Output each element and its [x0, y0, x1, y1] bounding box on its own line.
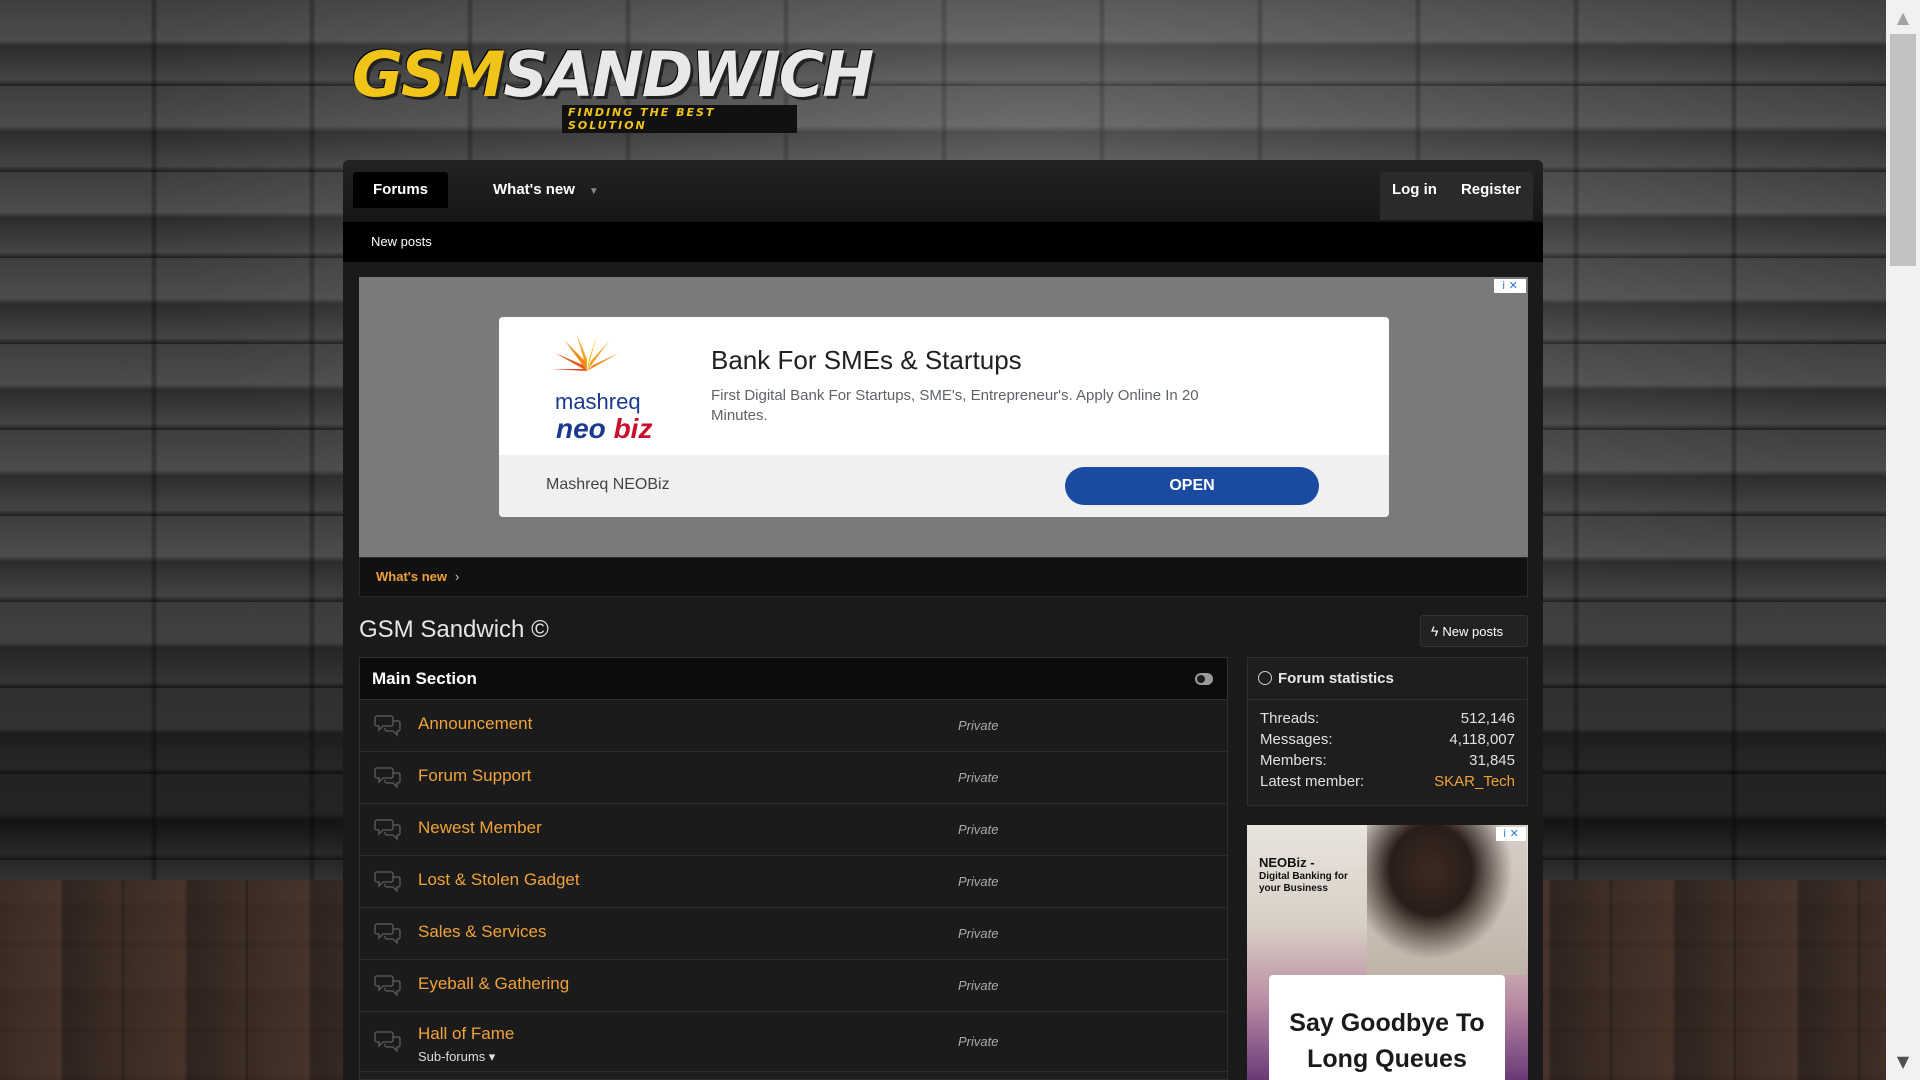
forum-private-label: Private — [958, 822, 999, 837]
stat-messages: Messages: 4,118,007 — [1260, 731, 1515, 748]
sub-navbar: New posts — [343, 222, 1543, 262]
chat-bubbles-icon — [374, 871, 401, 893]
chat-bubbles-icon — [374, 819, 401, 841]
new-posts-label: New posts — [1442, 624, 1504, 639]
side-ad-tagline: Digital Banking for your Business — [1259, 871, 1348, 894]
stat-threads: Threads: 512,146 — [1260, 710, 1515, 727]
pie-chart-icon — [1258, 671, 1272, 685]
scrollbar-thumb[interactable] — [1890, 34, 1916, 266]
collapse-toggle-icon[interactable] — [1195, 673, 1213, 685]
sidebar-ad[interactable]: i ✕ NEOBiz - Digital Banking for your Bu… — [1247, 825, 1528, 1080]
caret-down-icon[interactable]: ▼ — [589, 174, 599, 210]
forum-link[interactable]: Lost & Stolen Gadget — [418, 870, 580, 890]
forum-private-label: Private — [958, 1034, 999, 1049]
subforums-toggle[interactable]: Sub-forums ▾ — [418, 1049, 495, 1065]
register-button[interactable]: Register — [1449, 172, 1533, 208]
mashreq-sun-icon — [551, 335, 619, 371]
forum-node: Eyeball & Gathering Private — [360, 960, 1227, 1012]
forum-node: Lost & Stolen Gadget Private — [360, 856, 1227, 908]
site-logo[interactable]: GSMSANDWICH FINDING THE BEST SOLUTION — [352, 38, 874, 133]
chat-bubbles-icon — [374, 767, 401, 789]
ad-brand-mashreq: mashreq — [555, 389, 641, 414]
ad-choices-icon[interactable]: i ✕ — [1494, 279, 1526, 293]
ad-banner[interactable]: i ✕ mashreq neo biz Bank For SMEs & Star… — [359, 277, 1528, 557]
new-posts-button[interactable]: ϟ New posts — [1420, 615, 1528, 647]
forum-node: Hall of Fame Sub-forums ▾ Private — [360, 1012, 1227, 1072]
forum-link[interactable]: Announcement — [418, 714, 532, 734]
main-section-block: Main Section Announcement Private Forum … — [359, 657, 1228, 1080]
forum-link[interactable]: Sales & Services — [418, 922, 547, 942]
forum-private-label: Private — [958, 874, 999, 889]
nav-whats-new-label: What's new — [493, 181, 575, 198]
forum-private-label: Private — [958, 978, 999, 993]
chat-bubbles-icon — [374, 1031, 401, 1053]
forum-private-label: Private — [958, 926, 999, 941]
scroll-up-arrow-icon[interactable]: ▲ — [1886, 4, 1920, 32]
section-title[interactable]: Main Section — [372, 669, 477, 688]
ad-description: First Digital Bank For Startups, SME's, … — [711, 387, 1199, 424]
ad-headline[interactable]: Bank For SMEs & Startups — [711, 345, 1022, 376]
breadcrumb-whats-new[interactable]: What's new — [376, 569, 447, 584]
stats-header: Forum statistics — [1248, 658, 1527, 700]
login-button[interactable]: Log in — [1380, 172, 1449, 208]
nav-tab-forums[interactable]: Forums — [353, 172, 449, 208]
breadcrumb: What's new › — [359, 557, 1528, 597]
forum-link[interactable]: Eyeball & Gathering — [418, 974, 569, 994]
page-scrollbar[interactable]: ▲ ▼ — [1886, 0, 1920, 1080]
nav-tab-whats-new[interactable]: What's new ▼ — [473, 172, 619, 208]
scroll-down-arrow-icon[interactable]: ▼ — [1886, 1048, 1920, 1076]
ad-brand-neobiz: neo biz — [556, 413, 653, 444]
nav-user-group: Log in Register — [1379, 172, 1533, 220]
page-title: GSM Sandwich © — [359, 616, 549, 643]
logo-tagline: FINDING THE BEST SOLUTION — [562, 105, 797, 133]
chat-bubbles-icon — [374, 975, 401, 997]
stat-members: Members: 31,845 — [1260, 752, 1515, 769]
ad-open-button[interactable]: OPEN — [1065, 467, 1319, 505]
forum-node: Announcement Private — [360, 700, 1227, 752]
ad-advertiser: Mashreq NEOBiz — [546, 476, 670, 493]
forum-link[interactable]: Newest Member — [418, 818, 542, 838]
page-container: Forums What's new ▼ Log in Register New p… — [343, 160, 1543, 1080]
forum-private-label: Private — [958, 718, 999, 733]
forum-node: Newest Member Private — [360, 804, 1227, 856]
chat-bubbles-icon — [374, 715, 401, 737]
main-navbar: Forums What's new ▼ Log in Register — [343, 160, 1543, 222]
bolt-icon: ϟ — [1431, 623, 1439, 639]
forum-link[interactable]: Forum Support — [418, 766, 531, 786]
forum-link[interactable]: Hall of Fame — [418, 1024, 514, 1044]
forum-node: Sales & Services Private — [360, 908, 1227, 960]
logo-wordmark: GSMSANDWICH — [352, 38, 874, 111]
side-ad-headline[interactable]: Say Goodbye To Long Queues — [1269, 975, 1505, 1080]
forum-statistics-widget: Forum statistics Threads: 512,146 Message… — [1247, 657, 1528, 806]
latest-member-link[interactable]: SKAR_Tech — [1434, 771, 1515, 792]
stat-latest-member: Latest member: SKAR_Tech — [1260, 771, 1515, 792]
subnav-new-posts[interactable]: New posts — [371, 234, 432, 249]
side-ad-brand: NEOBiz - — [1259, 855, 1315, 870]
stats-title: Forum statistics — [1278, 670, 1394, 687]
section-header: Main Section — [360, 658, 1227, 700]
chat-bubbles-icon — [374, 923, 401, 945]
ad-choices-icon[interactable]: i ✕ — [1496, 827, 1526, 841]
chevron-right-icon: › — [455, 569, 460, 584]
ad-photo — [1367, 825, 1527, 975]
forum-node: Forum Support Private — [360, 752, 1227, 804]
forum-private-label: Private — [958, 770, 999, 785]
ad-card[interactable]: mashreq neo biz Bank For SMEs & Startups… — [499, 317, 1389, 517]
